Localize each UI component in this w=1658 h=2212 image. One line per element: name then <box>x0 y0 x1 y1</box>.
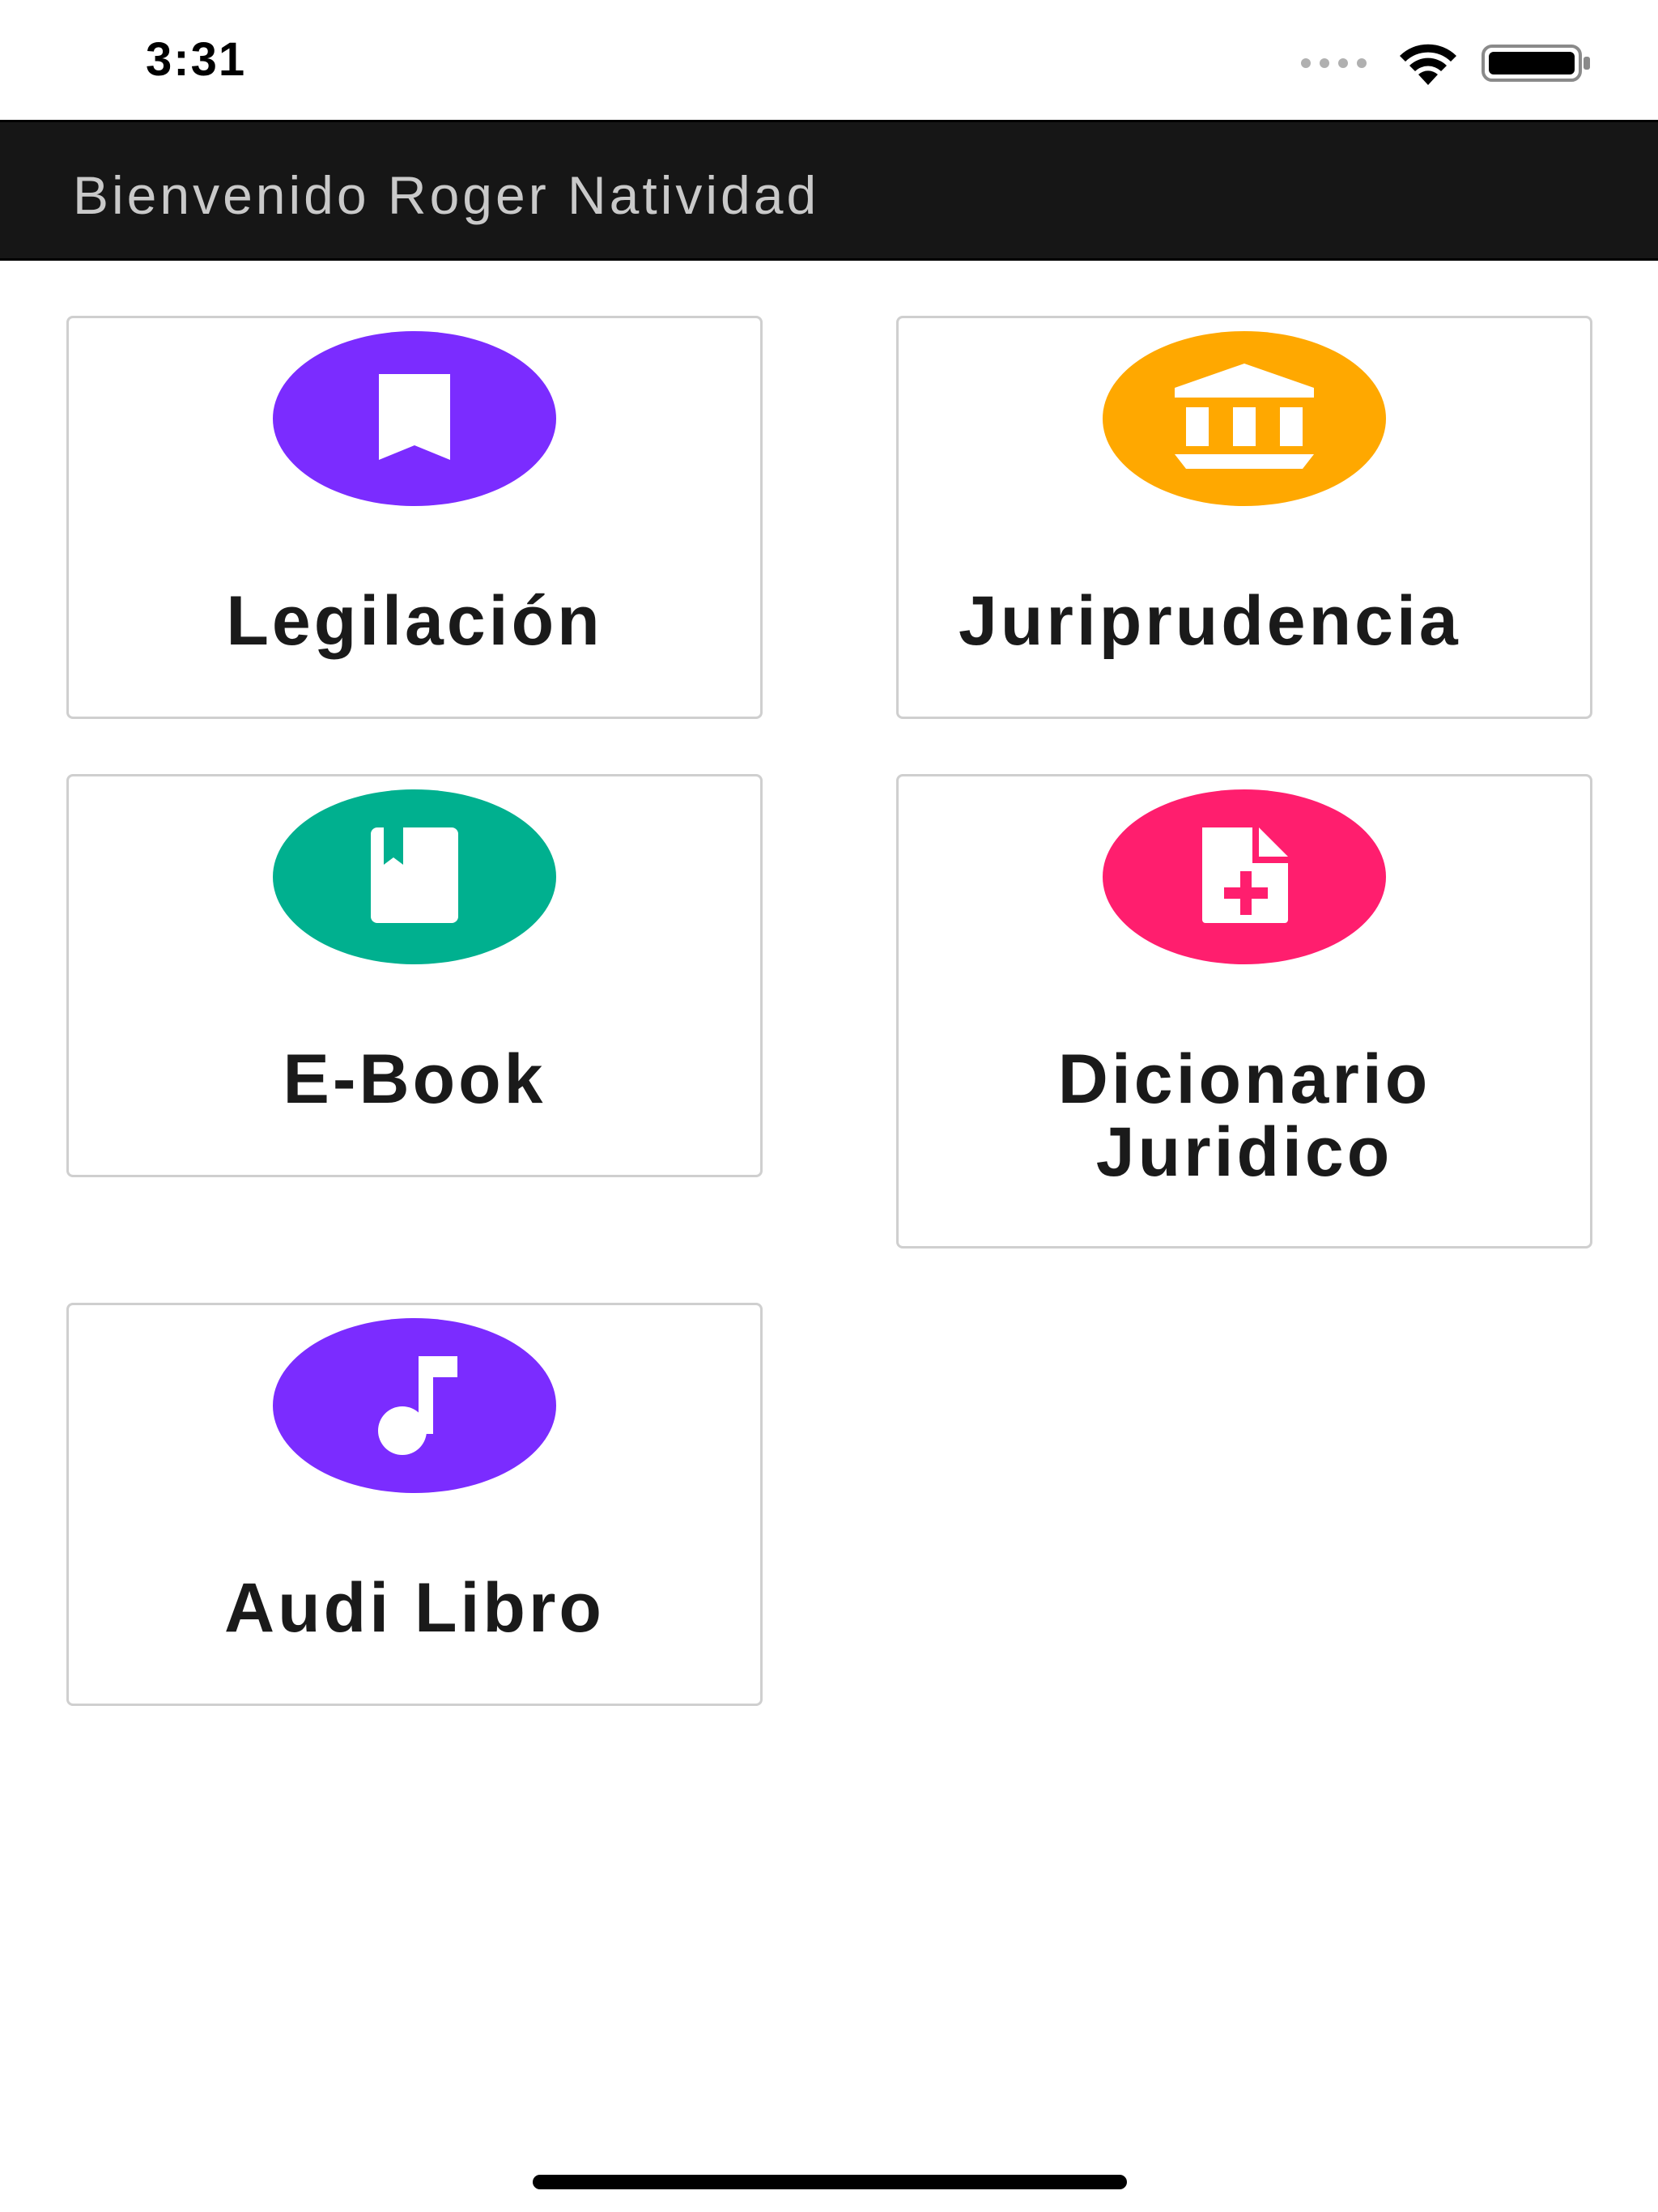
app-header: Bienvenido Roger Natividad <box>0 120 1658 261</box>
menu-card-label-line2: Juridico <box>1095 1113 1393 1191</box>
bookmark-icon <box>374 371 455 467</box>
menu-card-label-line1: Dicionario <box>1057 1040 1431 1118</box>
menu-card-label: E-Book <box>283 1040 546 1118</box>
home-indicator[interactable] <box>533 2175 1127 2189</box>
wifi-icon <box>1396 40 1460 87</box>
document-plus-icon-circle <box>1103 789 1386 964</box>
menu-card-label: Audi Libro <box>224 1569 605 1647</box>
book-icon-circle <box>273 789 556 964</box>
header-title: Bienvenido Roger Natividad <box>73 165 820 225</box>
signal-dots-icon <box>1300 57 1375 69</box>
menu-card-legislacion[interactable]: Legilación <box>66 316 763 719</box>
menu-card-audio-libro[interactable]: Audi Libro <box>66 1303 763 1706</box>
status-time: 3:31 <box>146 33 247 86</box>
bank-icon <box>1171 360 1317 478</box>
bank-icon-circle <box>1103 331 1386 506</box>
bookmark-icon-circle <box>273 331 556 506</box>
book-icon <box>368 824 461 930</box>
menu-card-label: Juriprudencia <box>959 582 1461 660</box>
app-screen: 3:31 Bienvenido Roger Natividad Legilaci… <box>0 0 1658 2212</box>
battery-icon <box>1482 44 1592 83</box>
music-note-icon-circle <box>273 1318 556 1493</box>
music-note-icon <box>370 1353 459 1459</box>
menu-card-label: Legilación <box>226 582 603 660</box>
status-icons <box>1300 39 1592 87</box>
status-bar: 3:31 <box>0 0 1658 120</box>
menu-card-diccionario[interactable]: Dicionario Juridico <box>896 774 1592 1249</box>
menu-card-jurisprudencia[interactable]: Juriprudencia <box>896 316 1592 719</box>
document-plus-icon <box>1197 824 1291 930</box>
menu-card-ebook[interactable]: E-Book <box>66 774 763 1177</box>
